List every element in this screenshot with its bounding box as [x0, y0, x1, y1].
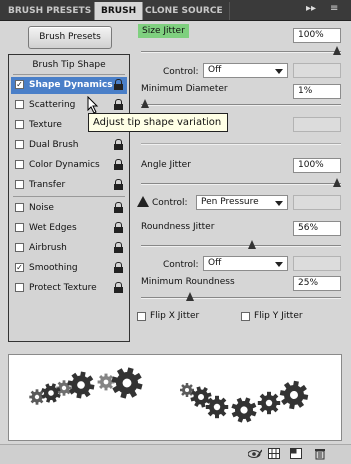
- control-fade-field[interactable]: [293, 63, 341, 78]
- angle-jitter-slider-track[interactable]: [141, 183, 341, 185]
- list-item-protect-texture[interactable]: Protect Texture: [11, 280, 127, 297]
- lock-icon[interactable]: [114, 159, 123, 170]
- protect-texture-checkbox[interactable]: [15, 283, 24, 292]
- list-item-wet-edges[interactable]: Wet Edges: [11, 220, 127, 237]
- dual-brush-checkbox[interactable]: [15, 140, 24, 149]
- brush-options-list: Brush Tip Shape ✓ Shape Dynamics Scatter…: [8, 54, 130, 342]
- panel-tab-bar: BRUSH PRESETS BRUSH CLONE SOURCE ▸▸ ≡: [0, 0, 351, 21]
- size-jitter-slider-thumb[interactable]: [333, 46, 341, 55]
- flip-x-jitter-label: Flip X Jitter: [150, 311, 200, 321]
- angle-jitter-value[interactable]: 100%: [293, 158, 341, 173]
- new-preset-icon[interactable]: [290, 448, 302, 459]
- flip-y-jitter-label: Flip Y Jitter: [254, 311, 303, 321]
- scattering-checkbox[interactable]: [15, 100, 24, 109]
- list-item-airbrush[interactable]: Airbrush: [11, 240, 127, 257]
- tilt-scale-field[interactable]: [293, 117, 341, 132]
- control-label: Control:: [163, 67, 199, 77]
- collapse-arrows-icon[interactable]: ▸▸: [306, 3, 316, 14]
- list-item-color-dynamics[interactable]: Color Dynamics: [11, 157, 127, 174]
- brush-stroke-preview: [8, 354, 342, 441]
- control-fade-field[interactable]: [293, 256, 341, 271]
- brush-presets-button[interactable]: Brush Presets: [28, 26, 112, 49]
- control-dropdown[interactable]: Pen Pressure: [196, 195, 288, 210]
- roundness-jitter-slider-thumb[interactable]: [248, 240, 256, 249]
- shape-dynamics-checkbox[interactable]: ✓: [15, 80, 24, 89]
- flip-x-jitter-checkbox[interactable]: [137, 312, 146, 321]
- lock-icon[interactable]: [114, 282, 123, 293]
- lock-icon[interactable]: [114, 242, 123, 253]
- control-dropdown[interactable]: Off: [203, 63, 288, 78]
- angle-jitter-slider-thumb[interactable]: [333, 178, 341, 187]
- warning-icon: [137, 196, 149, 207]
- list-item-shape-dynamics[interactable]: ✓ Shape Dynamics: [11, 77, 127, 94]
- control-label: Control:: [152, 198, 188, 208]
- color-dynamics-checkbox[interactable]: [15, 160, 24, 169]
- panel-menu-icon[interactable]: ≡: [330, 3, 338, 14]
- angle-jitter-label: Angle Jitter: [141, 160, 191, 170]
- roundness-jitter-value[interactable]: 56%: [293, 221, 341, 236]
- tooltip: Adjust tip shape variation: [88, 113, 228, 132]
- transfer-checkbox[interactable]: [15, 180, 24, 189]
- brush-tip-shape-header[interactable]: Brush Tip Shape: [9, 60, 129, 70]
- lock-icon[interactable]: [114, 179, 123, 190]
- tab-brush-presets[interactable]: BRUSH PRESETS: [2, 2, 99, 20]
- roundness-jitter-label: Roundness Jitter: [141, 222, 215, 232]
- control-fade-field[interactable]: [293, 195, 341, 210]
- size-jitter-value[interactable]: 100%: [293, 28, 341, 43]
- texture-checkbox[interactable]: [15, 120, 24, 129]
- lock-icon[interactable]: [114, 139, 123, 150]
- list-item-smoothing[interactable]: ✓ Smoothing: [11, 260, 127, 277]
- minimum-roundness-slider-thumb[interactable]: [186, 292, 194, 301]
- bottom-toolbar: [0, 444, 351, 464]
- lock-icon[interactable]: [114, 99, 123, 110]
- lock-icon[interactable]: [114, 222, 123, 233]
- lock-icon[interactable]: [114, 202, 123, 213]
- lock-icon[interactable]: [114, 79, 123, 90]
- minimum-roundness-label: Minimum Roundness: [141, 277, 235, 287]
- eye-brush-icon[interactable]: [247, 448, 263, 459]
- roundness-jitter-slider-track[interactable]: [141, 245, 341, 247]
- tab-clone-source[interactable]: CLONE SOURCE: [139, 2, 230, 20]
- minimum-diameter-label: Minimum Diameter: [141, 84, 228, 94]
- control-dropdown[interactable]: Off: [203, 256, 288, 271]
- list-item-noise[interactable]: Noise: [11, 200, 127, 217]
- minimum-diameter-slider-track[interactable]: [141, 104, 341, 106]
- flip-y-jitter-checkbox[interactable]: [241, 312, 250, 321]
- tab-brush[interactable]: BRUSH: [94, 2, 144, 20]
- list-item-dual-brush[interactable]: Dual Brush: [11, 137, 127, 154]
- list-item-scattering[interactable]: Scattering: [11, 97, 127, 114]
- tilt-scale-slider-track[interactable]: [141, 143, 341, 145]
- trash-icon[interactable]: [314, 448, 326, 460]
- mouse-cursor-icon: [87, 96, 99, 114]
- smoothing-checkbox[interactable]: ✓: [15, 263, 24, 272]
- gear-brush-stroke-preview-icon: [29, 364, 311, 427]
- size-jitter-slider-track[interactable]: [141, 51, 341, 53]
- list-item-transfer[interactable]: Transfer: [11, 177, 127, 194]
- control-label: Control:: [163, 260, 199, 270]
- noise-checkbox[interactable]: [15, 203, 24, 212]
- minimum-roundness-value[interactable]: 25%: [293, 276, 341, 291]
- minimum-diameter-value[interactable]: 1%: [293, 84, 341, 99]
- size-jitter-label: Size Jitter: [138, 24, 189, 38]
- lock-icon[interactable]: [114, 262, 123, 273]
- grid-icon[interactable]: [268, 448, 280, 459]
- wet-edges-checkbox[interactable]: [15, 223, 24, 232]
- minimum-diameter-slider-thumb[interactable]: [141, 99, 149, 108]
- minimum-roundness-slider-track[interactable]: [141, 297, 341, 299]
- airbrush-checkbox[interactable]: [15, 243, 24, 252]
